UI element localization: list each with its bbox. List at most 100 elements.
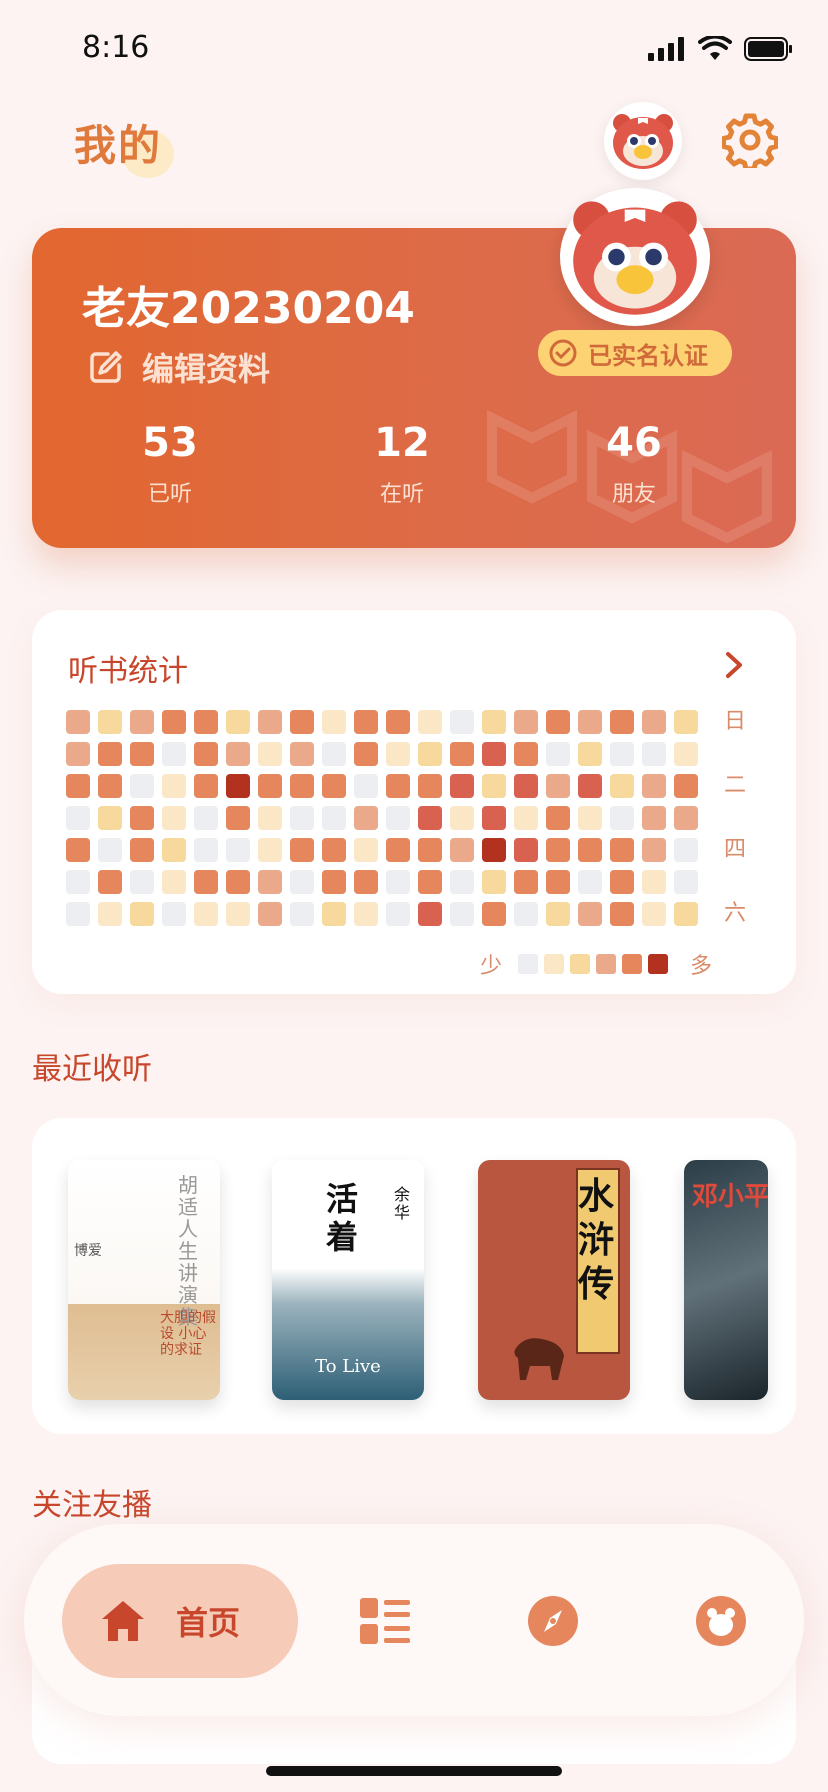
heatmap-cell — [610, 838, 634, 862]
tab-list-icon[interactable] — [360, 1598, 410, 1644]
heatmap-cell — [130, 710, 154, 734]
username: 老友20230204 — [82, 283, 415, 334]
weekday-labels: 日 二 四 六 — [724, 710, 746, 958]
legend-swatch — [518, 954, 539, 974]
heatmap-cell — [578, 742, 602, 766]
legend-swatch — [570, 954, 591, 974]
signal-icon — [648, 37, 684, 61]
chevron-right-icon[interactable] — [722, 650, 746, 680]
heatmap-cell — [98, 710, 122, 734]
book-cover[interactable]: 胡适人生讲演集 博爱 大胆的假设 小心的求证 — [68, 1160, 220, 1400]
heatmap-cell — [130, 742, 154, 766]
heatmap-cell — [66, 742, 90, 766]
heatmap-cell — [450, 710, 474, 734]
heatmap-cell — [130, 806, 154, 830]
heatmap-cell — [674, 774, 698, 798]
tab-home[interactable]: 首页 — [62, 1564, 298, 1678]
heatmap-cell — [290, 774, 314, 798]
heatmap-cell — [258, 710, 282, 734]
stat-listened[interactable]: 53 已听 — [90, 420, 250, 508]
heatmap-cell — [354, 870, 378, 894]
tab-discover-compass-icon[interactable] — [528, 1596, 578, 1646]
home-icon — [102, 1601, 144, 1641]
heatmap-cell — [610, 710, 634, 734]
book-tag: 博爱 — [74, 1243, 102, 1259]
heatmap-cell — [194, 902, 218, 926]
listening-heatmap — [66, 710, 698, 926]
heatmap-cell — [130, 774, 154, 798]
profile-avatar[interactable] — [560, 188, 710, 326]
heatmap-cell — [194, 838, 218, 862]
home-indicator — [266, 1766, 562, 1776]
listening-stats-card: 听书统计 日 二 四 六 少 多 — [32, 610, 796, 994]
heatmap-cell — [514, 742, 538, 766]
heatmap-cell — [450, 806, 474, 830]
heatmap-cell — [482, 902, 506, 926]
heatmap-cell — [226, 774, 250, 798]
book-en-title: To Live — [315, 1356, 381, 1377]
heatmap-cell — [674, 902, 698, 926]
heatmap-cell — [130, 870, 154, 894]
stat-friends[interactable]: 46 朋友 — [554, 420, 714, 508]
heatmap-cell — [578, 870, 602, 894]
heatmap-cell — [674, 806, 698, 830]
heatmap-cell — [258, 774, 282, 798]
heatmap-cell — [386, 806, 410, 830]
heatmap-cell — [162, 870, 186, 894]
heatmap-cell — [354, 838, 378, 862]
heatmap-cell — [514, 902, 538, 926]
settings-gear-icon[interactable] — [722, 112, 778, 168]
heatmap-cell — [290, 870, 314, 894]
status-icons — [648, 36, 792, 62]
heatmap-cell — [482, 806, 506, 830]
edit-icon — [90, 351, 122, 383]
heatmap-cell — [514, 838, 538, 862]
heatmap-cell — [482, 742, 506, 766]
stat-listening[interactable]: 12 在听 — [322, 420, 482, 508]
legend-low-label: 少 — [480, 954, 503, 979]
heatmap-cell — [386, 774, 410, 798]
verified-label: 已实名认证 — [588, 341, 708, 370]
heatmap-cell — [66, 774, 90, 798]
heatmap-cell — [386, 742, 410, 766]
heatmap-cell — [482, 774, 506, 798]
heatmap-cell — [194, 710, 218, 734]
heatmap-cell — [546, 902, 570, 926]
heatmap-cell — [162, 742, 186, 766]
stat-label: 在听 — [379, 482, 424, 507]
check-circle-icon — [549, 339, 577, 367]
heatmap-cell — [642, 838, 666, 862]
heatmap-cell — [514, 774, 538, 798]
recent-books-card: 胡适人生讲演集 博爱 大胆的假设 小心的求证 活着 余华 To Live 水浒传… — [32, 1118, 796, 1434]
heatmap-cell — [162, 902, 186, 926]
heatmap-cell — [322, 774, 346, 798]
heatmap-cell — [674, 742, 698, 766]
heatmap-cell — [322, 806, 346, 830]
heatmap-cell — [610, 742, 634, 766]
heatmap-cell — [578, 710, 602, 734]
edit-profile-button[interactable]: 编辑资料 — [88, 344, 270, 390]
heatmap-cell — [674, 870, 698, 894]
legend-swatch — [544, 954, 565, 974]
tab-profile-bear-icon[interactable] — [696, 1596, 746, 1646]
heatmap-cell — [450, 742, 474, 766]
heatmap-cell — [418, 710, 442, 734]
heatmap-cell — [610, 774, 634, 798]
legend-swatch — [648, 954, 669, 974]
heatmap-cell — [418, 838, 442, 862]
heatmap-cell — [66, 710, 90, 734]
heatmap-cell — [98, 870, 122, 894]
heatmap-cell — [226, 838, 250, 862]
book-title: 活着 — [326, 1180, 359, 1256]
header-avatar[interactable] — [604, 102, 682, 180]
book-author: 余华 — [394, 1185, 411, 1222]
heatmap-cell — [546, 838, 570, 862]
heatmap-cell — [98, 774, 122, 798]
heatmap-cell — [386, 902, 410, 926]
book-cover[interactable]: 水浒传 — [478, 1160, 630, 1400]
heatmap-cell — [322, 902, 346, 926]
heatmap-cell — [450, 774, 474, 798]
heatmap-cell — [322, 742, 346, 766]
book-cover[interactable]: 邓小平 — [684, 1160, 768, 1400]
book-cover[interactable]: 活着 余华 To Live — [272, 1160, 424, 1400]
